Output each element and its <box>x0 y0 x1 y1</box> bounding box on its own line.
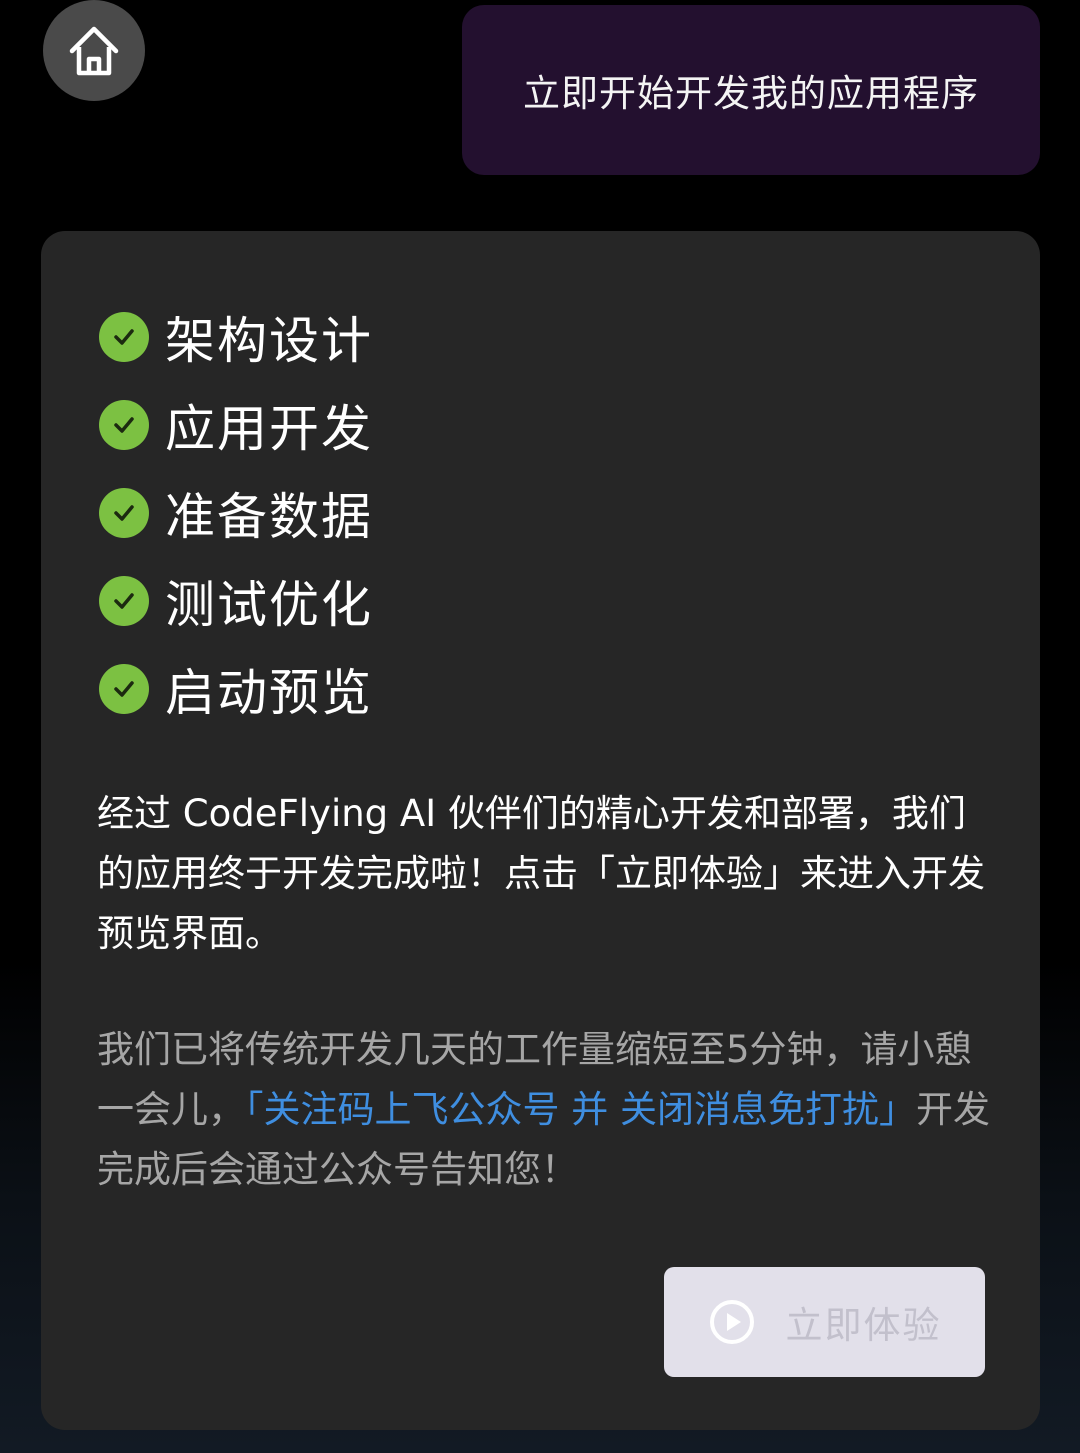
check-icon <box>99 400 149 450</box>
play-circle-icon <box>708 1298 756 1346</box>
progress-step-label: 架构设计 <box>165 312 373 370</box>
progress-step: 准备数据 <box>99 469 373 557</box>
home-icon <box>64 21 124 81</box>
progress-step: 应用开发 <box>99 381 373 469</box>
try-now-label: 立即体验 <box>785 1304 942 1347</box>
completion-message: 经过 CodeFlying AI 伙伴们的精心开发和部署，我们的应用终于开发完成… <box>97 792 985 955</box>
progress-step-list: 架构设计 应用开发 准备数据 测试优化 启动预览 <box>99 293 373 733</box>
check-icon <box>99 488 149 538</box>
home-button[interactable] <box>43 0 145 101</box>
follow-notice: 我们已将传统开发几天的工作量缩短至5分钟，请小憩一会儿，「关注码上飞公众号 并 … <box>97 1020 997 1200</box>
progress-step: 启动预览 <box>99 645 373 733</box>
user-message-text: 立即开始开发我的应用程序 <box>523 72 979 115</box>
progress-step-label: 启动预览 <box>165 664 373 722</box>
check-icon <box>99 664 149 714</box>
progress-step-label: 测试优化 <box>165 576 373 634</box>
check-icon <box>99 576 149 626</box>
follow-account-link[interactable]: 「关注码上飞公众号 并 关闭消息免打扰」 <box>245 1088 916 1131</box>
progress-step: 测试优化 <box>99 557 373 645</box>
try-now-button[interactable]: 立即体验 <box>664 1267 985 1377</box>
reply-card: 架构设计 应用开发 准备数据 测试优化 启动预览 经过 CodeFlying A… <box>41 231 1040 1430</box>
progress-step-label: 应用开发 <box>165 400 373 458</box>
progress-step-label: 准备数据 <box>165 488 373 546</box>
check-icon <box>99 312 149 362</box>
progress-step: 架构设计 <box>99 293 373 381</box>
user-message-bubble: 立即开始开发我的应用程序 <box>462 5 1040 175</box>
